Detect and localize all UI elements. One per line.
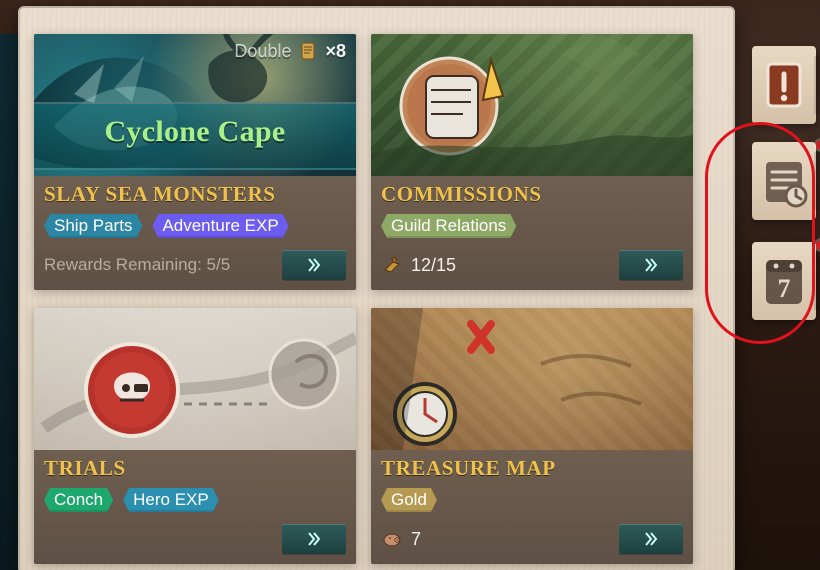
activity-card-treasure-map[interactable]: TREASURE MAP Gold 7 xyxy=(371,308,693,564)
card-meta-row: 7 xyxy=(381,524,683,554)
map-count-text: 7 xyxy=(411,528,422,549)
card-title: TREASURE MAP xyxy=(381,456,556,480)
tag-adventure-exp: Adventure EXP xyxy=(152,214,288,238)
commission-count: 12/15 xyxy=(381,254,456,276)
calendar-7-icon: 7 xyxy=(752,260,816,324)
double-chevron-right-icon xyxy=(642,256,660,274)
game-screen: Double ×8 Cyclone Cape SLAY SEA MONSTERS… xyxy=(0,0,820,570)
notification-badge xyxy=(816,240,820,250)
reward-tags: Ship Parts Adventure EXP xyxy=(44,214,346,238)
go-button[interactable] xyxy=(619,524,683,554)
card-art-commissions xyxy=(371,34,693,176)
notification-badge xyxy=(816,140,820,150)
double-label: Double xyxy=(234,40,292,61)
go-button[interactable] xyxy=(282,524,346,554)
location-title: Cyclone Cape xyxy=(104,115,286,148)
alert-scroll-icon xyxy=(752,62,816,128)
card-info: COMMISSIONS Guild Relations 12/15 xyxy=(371,176,693,290)
map-count: 7 xyxy=(381,528,421,550)
scroll-clock-icon xyxy=(752,162,816,224)
trials-art xyxy=(34,308,356,450)
double-rewards-indicator: Double ×8 xyxy=(234,40,346,62)
horn-icon xyxy=(381,254,403,276)
tag-ship-parts: Ship Parts xyxy=(44,214,142,238)
card-title: SLAY SEA MONSTERS xyxy=(44,182,276,206)
reward-tags: Guild Relations xyxy=(381,214,683,238)
scroll-icon xyxy=(297,40,319,62)
calendar-day-text: 7 xyxy=(778,274,791,303)
right-side-tabs: 7 xyxy=(730,46,820,346)
card-info: SLAY SEA MONSTERS Ship Parts Adventure E… xyxy=(34,176,356,290)
activity-card-slay-sea-monsters[interactable]: Double ×8 Cyclone Cape SLAY SEA MONSTERS… xyxy=(34,34,356,290)
treasure-map-art xyxy=(371,308,693,450)
reward-tags: Gold xyxy=(381,488,683,512)
card-title: TRIALS xyxy=(44,456,126,480)
tag-hero-exp: Hero EXP xyxy=(123,488,219,512)
card-meta-row: Rewards Remaining: 5/5 xyxy=(44,250,346,280)
tag-conch: Conch xyxy=(44,488,113,512)
card-art-sea-monster: Double ×8 Cyclone Cape xyxy=(34,34,356,176)
card-info: TRIALS Conch Hero EXP xyxy=(34,450,356,564)
rewards-remaining-text: Rewards Remaining: 5/5 xyxy=(44,255,231,274)
card-title: COMMISSIONS xyxy=(381,182,542,206)
pig-icon xyxy=(381,528,403,550)
activity-card-trials[interactable]: TRIALS Conch Hero EXP xyxy=(34,308,356,564)
go-button[interactable] xyxy=(619,250,683,280)
card-meta-row xyxy=(44,524,346,554)
double-chevron-right-icon xyxy=(305,530,323,548)
card-art-treasure-map xyxy=(371,308,693,450)
left-edge-panel xyxy=(0,34,20,570)
card-info: TREASURE MAP Gold 7 xyxy=(371,450,693,564)
commission-count-text: 12/15 xyxy=(411,254,457,275)
activity-card-commissions[interactable]: COMMISSIONS Guild Relations 12/15 xyxy=(371,34,693,290)
reward-tags: Conch Hero EXP xyxy=(44,488,346,512)
double-count: ×8 xyxy=(325,40,346,61)
rewards-remaining: Rewards Remaining: 5/5 xyxy=(44,255,230,275)
double-chevron-right-icon xyxy=(642,530,660,548)
side-tab-alert[interactable] xyxy=(752,46,820,124)
card-meta-row: 12/15 xyxy=(381,250,683,280)
double-chevron-right-icon xyxy=(305,256,323,274)
side-tab-calendar[interactable]: 7 xyxy=(752,240,820,320)
side-tab-scroll-clock[interactable] xyxy=(752,140,820,220)
go-button[interactable] xyxy=(282,250,346,280)
commissions-art xyxy=(371,34,693,176)
activity-board: Double ×8 Cyclone Cape SLAY SEA MONSTERS… xyxy=(18,6,735,570)
tag-guild-relations: Guild Relations xyxy=(381,214,516,238)
card-art-trials xyxy=(34,308,356,450)
tag-gold: Gold xyxy=(381,488,437,512)
